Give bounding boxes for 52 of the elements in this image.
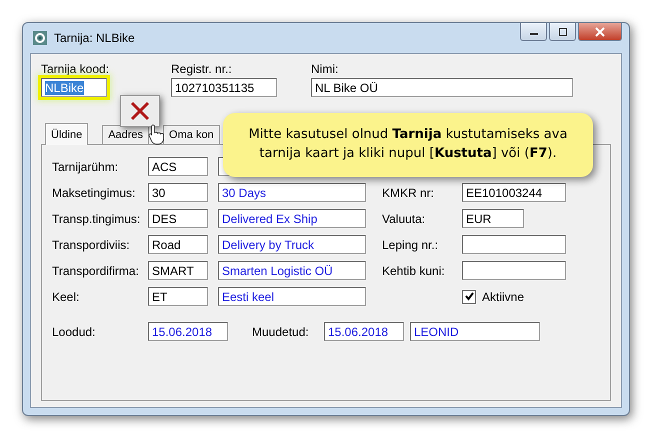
tab[interactable]: Aadres: [102, 125, 150, 144]
delete-icon: [129, 100, 151, 122]
tab[interactable]: Oma kon: [163, 125, 220, 144]
field-label: Registr. nr.:: [171, 62, 233, 76]
description-field: Delivered Ex Ship: [218, 209, 366, 228]
description-field: Eesti keel: [218, 287, 366, 306]
input-field[interactable]: EE101003244: [462, 183, 566, 202]
field-label: Maksetingimus:: [52, 186, 136, 200]
date-field: 15.06.2018: [324, 322, 404, 341]
input-field[interactable]: 102710351135: [171, 78, 277, 97]
minimize-button[interactable]: [520, 23, 547, 41]
checkbox-label: Aktiivne: [482, 290, 524, 304]
field-label: Transpordifirma:: [52, 264, 140, 278]
field-label: Leping nr.:: [382, 238, 440, 252]
description-field: 30 Days: [218, 183, 366, 202]
input-field[interactable]: NL Bike OÜ: [311, 78, 573, 97]
field-label: Valuuta:: [382, 212, 426, 226]
input-field[interactable]: ACS: [148, 157, 208, 176]
tab[interactable]: Üldine: [45, 123, 88, 145]
field-label: Muudetud:: [252, 324, 310, 338]
checkbox[interactable]: [462, 290, 476, 304]
window-title: Tarnija: NLBike: [54, 31, 135, 45]
callout-text: Mitte kasutusel olnud Tarnija kustutamiseks ava tarnija kaart ja kliki nupul [Kustuta] või (F7).: [248, 126, 568, 163]
close-icon: [595, 26, 605, 36]
maximize-icon: [558, 28, 568, 36]
field-label: Kehtib kuni:: [382, 264, 446, 278]
input-field[interactable]: NLBike: [41, 78, 107, 97]
field-label: Transp.tingimus:: [52, 212, 142, 226]
date-field: 15.06.2018: [148, 322, 228, 341]
description-field: Smarten Logistic OÜ: [218, 261, 366, 280]
input-field[interactable]: [462, 261, 566, 280]
delete-button[interactable]: [120, 95, 160, 127]
app-icon: [32, 30, 48, 46]
input-field[interactable]: DES: [148, 209, 208, 228]
maximize-button[interactable]: [549, 23, 576, 41]
input-field[interactable]: [462, 235, 566, 254]
close-button[interactable]: [578, 23, 622, 41]
user-field: LEONID: [410, 322, 540, 341]
field-label: KMKR nr:: [382, 186, 436, 200]
field-label: Tarnijarühm:: [52, 160, 120, 174]
input-field[interactable]: SMART: [148, 261, 208, 280]
input-field[interactable]: 30: [148, 183, 208, 202]
field-label: Nimi:: [311, 62, 340, 76]
input-field[interactable]: ET: [148, 287, 208, 306]
field-label: Transpordiviis:: [52, 238, 131, 252]
field-label: Keel:: [52, 290, 80, 304]
field-label: Tarnija kood:: [41, 62, 110, 76]
input-field[interactable]: Road: [148, 235, 208, 254]
field-label: Loodud:: [52, 324, 96, 338]
hand-cursor-icon: [148, 123, 166, 145]
description-field: Delivery by Truck: [218, 235, 366, 254]
input-field[interactable]: EUR: [462, 209, 524, 228]
